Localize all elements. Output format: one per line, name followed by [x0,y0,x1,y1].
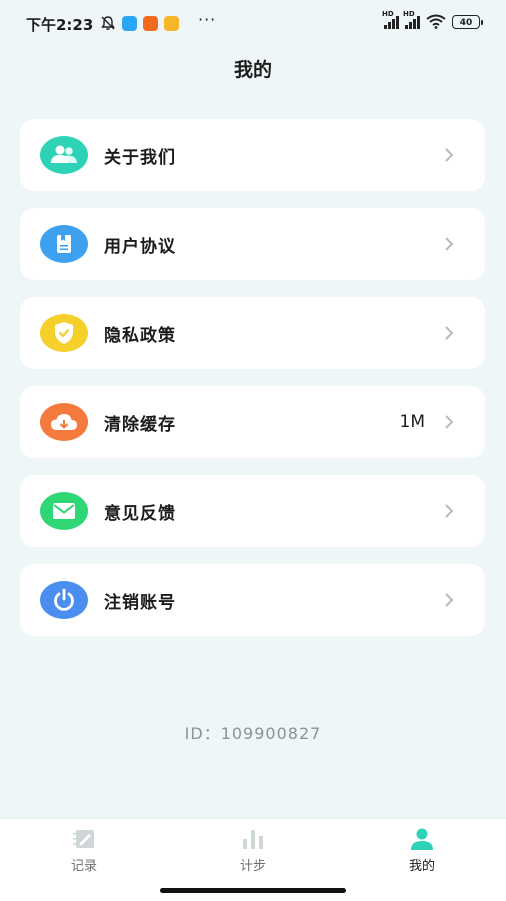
user-id: ID：109900827 [184,724,322,743]
status-time: 下午2:23 [26,16,94,34]
chevron-right-icon [445,593,454,607]
app-notification-icon [122,15,137,31]
menu-item-label: 意见反馈 [104,503,176,524]
home-indicator[interactable] [160,888,346,893]
menu-item-label: 清除缓存 [104,414,176,435]
menu-item-delete-account[interactable]: 注销账号 [20,564,485,636]
person-icon [411,828,433,850]
battery-icon: 40 [452,14,483,29]
cache-size-value: 1M [399,412,425,432]
chevron-right-icon [445,504,454,518]
shield-icon [40,314,88,352]
message-notification-icon [164,15,179,31]
status-bar: 下午2:23 ··· HD HD 40 [0,0,506,48]
notification-icons [100,15,179,31]
mail-icon [40,492,88,530]
wifi-icon [426,14,446,29]
mute-bell-icon [101,16,115,30]
users-icon [40,136,88,174]
tab-label: 计步 [239,859,266,874]
menu-item-privacy-policy[interactable]: 隐私政策 [20,297,485,369]
more-notifications-icon: ··· [198,10,217,29]
menu-item-clear-cache[interactable]: 清除缓存 1M [20,386,485,458]
tab-mine[interactable]: 我的 [372,827,472,874]
document-icon [40,225,88,263]
chevron-right-icon [445,237,454,251]
signal-icon: HD [403,10,420,29]
bar-chart-icon [243,830,263,849]
signal-icon: HD [382,10,399,29]
menu-item-label: 注销账号 [104,592,176,613]
chevron-right-icon [445,148,454,162]
system-icons: HD HD 40 [382,10,483,29]
menu-item-label: 用户协议 [104,236,176,257]
menu-item-label: 关于我们 [104,147,176,168]
tab-record[interactable]: 记录 [34,827,134,874]
menu-item-label: 隐私政策 [104,325,176,346]
record-icon [73,830,94,848]
tab-steps[interactable]: 计步 [203,827,303,874]
menu-item-about-us[interactable]: 关于我们 [20,119,485,191]
mi-notification-icon [143,15,158,31]
menu-item-feedback[interactable]: 意见反馈 [20,475,485,547]
tab-label: 我的 [408,859,435,874]
tab-label: 记录 [70,859,97,874]
menu-item-user-agreement[interactable]: 用户协议 [20,208,485,280]
chevron-right-icon [445,326,454,340]
chevron-right-icon [445,415,454,429]
power-icon [40,581,88,619]
cloud-download-icon [40,403,88,441]
page-title: 我的 [233,59,272,81]
